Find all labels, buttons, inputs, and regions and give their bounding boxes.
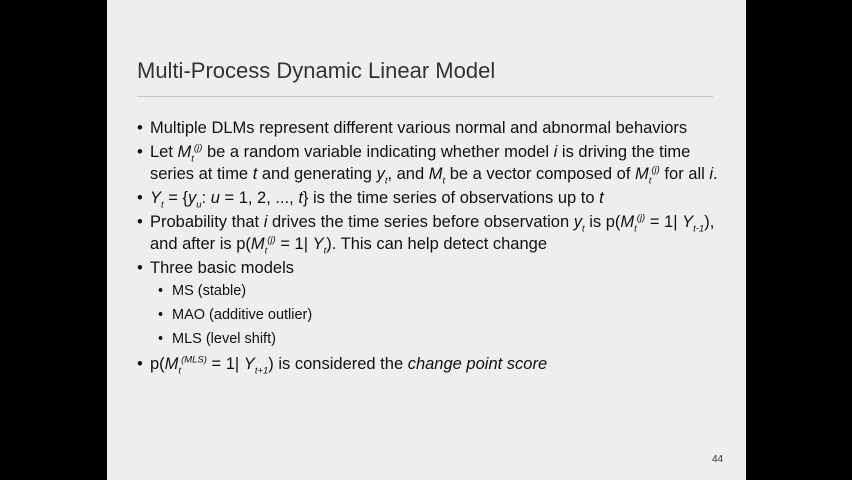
bullet-change-point-score: p(Mt(MLS) = 1| Yt+1) is considered the c… xyxy=(137,353,727,377)
text-run: p( xyxy=(150,355,165,373)
sub-t: t xyxy=(191,153,194,165)
sub-t-minus-1: t-1 xyxy=(693,223,705,235)
bullet-text: Three basic models xyxy=(150,259,294,277)
text-run: , and xyxy=(387,165,429,183)
var-Y: Y xyxy=(150,189,162,207)
text-run: is p( xyxy=(584,213,621,231)
bullet-multiple-dlms: Multiple DLMs represent different variou… xyxy=(137,117,727,139)
sub-t-plus-1: t+1 xyxy=(254,365,269,377)
sub-t: t xyxy=(264,245,268,257)
var-Y: Y xyxy=(682,213,694,231)
bullet-three-models: Three basic models xyxy=(137,257,727,279)
text-run: drives the time series before observatio… xyxy=(267,213,574,231)
text-run: Probability that xyxy=(150,213,264,231)
text-run: } is the time series of observations up … xyxy=(302,189,600,207)
bullet-probability: Probability that i drives the time serie… xyxy=(137,211,727,257)
var-M: M xyxy=(164,355,179,373)
var-Y: Y xyxy=(312,235,324,253)
text-run: be a random variable indicating whether … xyxy=(202,143,554,161)
var-M: M xyxy=(250,235,265,253)
sup-mls: (MLS) xyxy=(181,354,207,366)
bullet-list: Multiple DLMs represent different variou… xyxy=(137,117,727,377)
sub-bullet-mls: MLS (level shift) xyxy=(137,329,727,349)
text-run: . xyxy=(713,165,718,183)
var-M: M xyxy=(635,165,649,183)
slide-title: Multi-Process Dynamic Linear Model xyxy=(137,58,496,83)
text-run: Let xyxy=(150,143,178,161)
text-run: = 1| xyxy=(275,235,313,253)
var-Y: Y xyxy=(243,355,255,373)
var-M: M xyxy=(177,143,192,161)
var-u: u xyxy=(210,189,220,207)
text-run: and generating xyxy=(257,165,377,183)
text-run: ) is considered the xyxy=(268,355,408,373)
var-y: y xyxy=(376,165,385,183)
text-run: = 1| xyxy=(206,355,244,373)
sup-j: (j) xyxy=(636,212,646,224)
var-y: y xyxy=(187,189,197,207)
bullet-text: Multiple DLMs represent different variou… xyxy=(150,119,688,137)
sub-t: t xyxy=(648,175,652,187)
text-run: = 1, 2, ..., xyxy=(219,189,299,207)
text-run: : xyxy=(201,189,211,207)
emphasis-change-point-score: change point score xyxy=(407,355,548,373)
title-divider xyxy=(137,96,713,97)
var-y: y xyxy=(573,213,582,231)
sub-bullet-mao: MAO (additive outlier) xyxy=(137,305,727,325)
slide: Multi-Process Dynamic Linear Model Multi… xyxy=(107,0,746,480)
sub-bullet-ms: MS (stable) xyxy=(137,281,727,301)
text-run: = 1| xyxy=(645,213,683,231)
var-t: t xyxy=(599,189,604,207)
var-M: M xyxy=(428,165,443,183)
sub-t: t xyxy=(634,223,637,235)
bullet-let-mt: Let Mt(j) be a random variable indicatin… xyxy=(137,141,727,187)
page-number: 44 xyxy=(712,454,724,465)
text-run: be a vector composed of xyxy=(445,165,635,183)
text-run: ). This can help detect change xyxy=(326,235,548,253)
var-M: M xyxy=(620,213,635,231)
text-run: for all xyxy=(659,165,710,183)
bullet-yt-definition: Yt = {yu: u = 1, 2, ..., t} is the time … xyxy=(137,187,727,210)
text-run: = { xyxy=(163,189,188,207)
sub-t: t xyxy=(178,365,182,377)
sup-j: (j) xyxy=(267,234,276,246)
sup-j: (j) xyxy=(651,164,660,176)
